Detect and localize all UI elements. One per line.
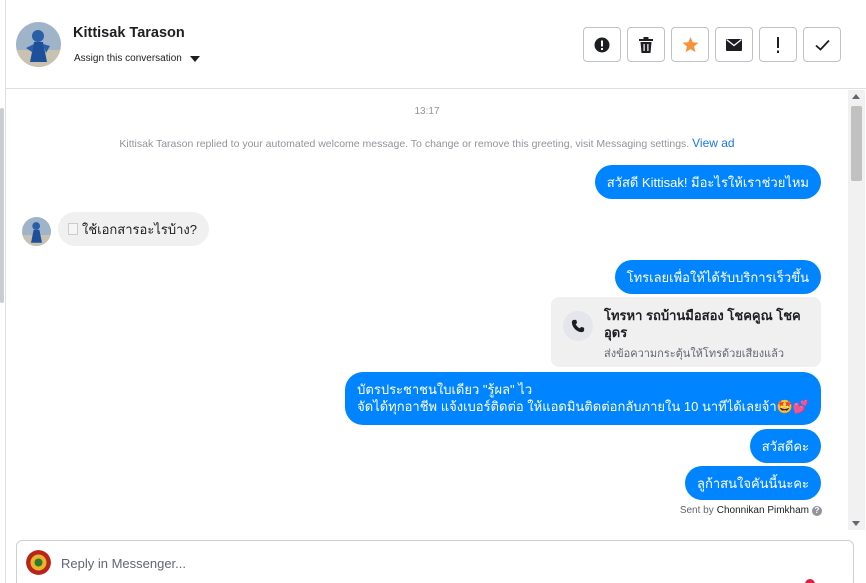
- system-message: Kittisak Tarason replied to your automat…: [6, 136, 848, 150]
- trash-icon: [639, 36, 653, 53]
- document-icon: [68, 223, 78, 235]
- conversation-header: Kittisak Tarason Assign this conversatio…: [6, 0, 866, 89]
- message-text: ลูก้าสนใจคันนี้นะคะ: [697, 475, 809, 491]
- reply-input[interactable]: [61, 553, 761, 573]
- outgoing-message[interactable]: ลูก้าสนใจคันนี้นะคะ: [685, 466, 821, 500]
- call-card-title: โทรหา รถบ้านมือสอง โชคคูณ โชคอุดร: [604, 308, 801, 340]
- outgoing-message[interactable]: สวัสดีคะ: [749, 429, 821, 463]
- scroll-up-arrow-icon[interactable]: [852, 94, 860, 99]
- caret-down-icon: [189, 55, 200, 62]
- call-card-subtitle: ส่งข้อความกระตุ้นให้โทรด้วยเสียงแล้ว: [604, 348, 785, 360]
- help-icon[interactable]: ?: [812, 505, 822, 516]
- reply-composer: [16, 540, 854, 583]
- follow-up-button[interactable]: [759, 27, 797, 62]
- message-text-line: จัดได้ทุกอาชีพ แจ้งเบอร์ติดต่อ ให้แอดมิน…: [357, 399, 809, 414]
- message-thread[interactable]: 13:17 Kittisak Tarason replied to your a…: [6, 90, 848, 530]
- phone-icon: [563, 311, 593, 341]
- call-request-card[interactable]: โทรหา รถบ้านมือสอง โชคคูณ โชคอุดร ส่งข้อ…: [551, 297, 821, 367]
- check-icon: [814, 39, 830, 51]
- message-text: สวัสดีคะ: [761, 438, 809, 454]
- mark-done-button[interactable]: [803, 27, 841, 62]
- star-icon: [682, 36, 698, 52]
- conversation-toolbar: [583, 27, 841, 62]
- message-text: โทรเลยเพื่อให้ได้รับบริการเร็วขึ้น: [626, 269, 809, 285]
- scroll-thumb[interactable]: [851, 106, 862, 181]
- thread-scrollbar[interactable]: [848, 90, 865, 530]
- sender-name: Chonnikan Pimkham: [716, 505, 809, 516]
- mark-spam-button[interactable]: [583, 27, 621, 62]
- mark-unread-button[interactable]: [715, 27, 753, 62]
- contact-name[interactable]: Kittisak Tarason: [73, 25, 185, 41]
- message-text-line: บัตรประชาชนใบเดียว "รู้ผล" ไว: [357, 382, 533, 397]
- outgoing-message[interactable]: โทรเลยเพื่อให้ได้รับบริการเร็วขึ้น: [614, 260, 821, 294]
- incoming-message[interactable]: ใช้เอกสารอะไรบ้าง?: [58, 212, 209, 246]
- assign-conversation-dropdown[interactable]: Assign this conversation: [74, 53, 200, 64]
- alert-icon: [594, 37, 610, 52]
- star-button[interactable]: [671, 27, 709, 62]
- message-text: สวัสดี Kittisak! มีอะไรให้เราช่วยไหม: [606, 174, 809, 190]
- envelope-icon: [726, 38, 742, 51]
- delete-button[interactable]: [627, 27, 665, 62]
- view-ad-link[interactable]: View ad: [692, 136, 734, 150]
- contact-avatar[interactable]: [16, 22, 61, 67]
- system-message-text: Kittisak Tarason replied to your automat…: [119, 138, 690, 150]
- message-text: ใช้เอกสารอะไรบ้าง?: [82, 221, 197, 237]
- sent-by-label: Sent by Chonnikan Pimkham ?: [680, 505, 822, 516]
- outgoing-message[interactable]: บัตรประชาชนใบเดียว "รู้ผล" ไว จัดได้ทุกอ…: [345, 372, 821, 425]
- assign-label: Assign this conversation: [74, 53, 182, 64]
- message-timestamp: 13:17: [414, 106, 440, 117]
- contact-avatar-small[interactable]: [22, 217, 51, 246]
- heart-icon[interactable]: [805, 579, 815, 583]
- outgoing-message[interactable]: สวัสดี Kittisak! มีอะไรให้เราช่วยไหม: [594, 165, 821, 199]
- exclamation-icon: [777, 36, 779, 53]
- scroll-down-arrow-icon[interactable]: [852, 521, 860, 526]
- sent-by-prefix: Sent by: [679, 505, 714, 516]
- page-avatar: [26, 550, 51, 575]
- left-scroll-thumb[interactable]: [0, 108, 4, 303]
